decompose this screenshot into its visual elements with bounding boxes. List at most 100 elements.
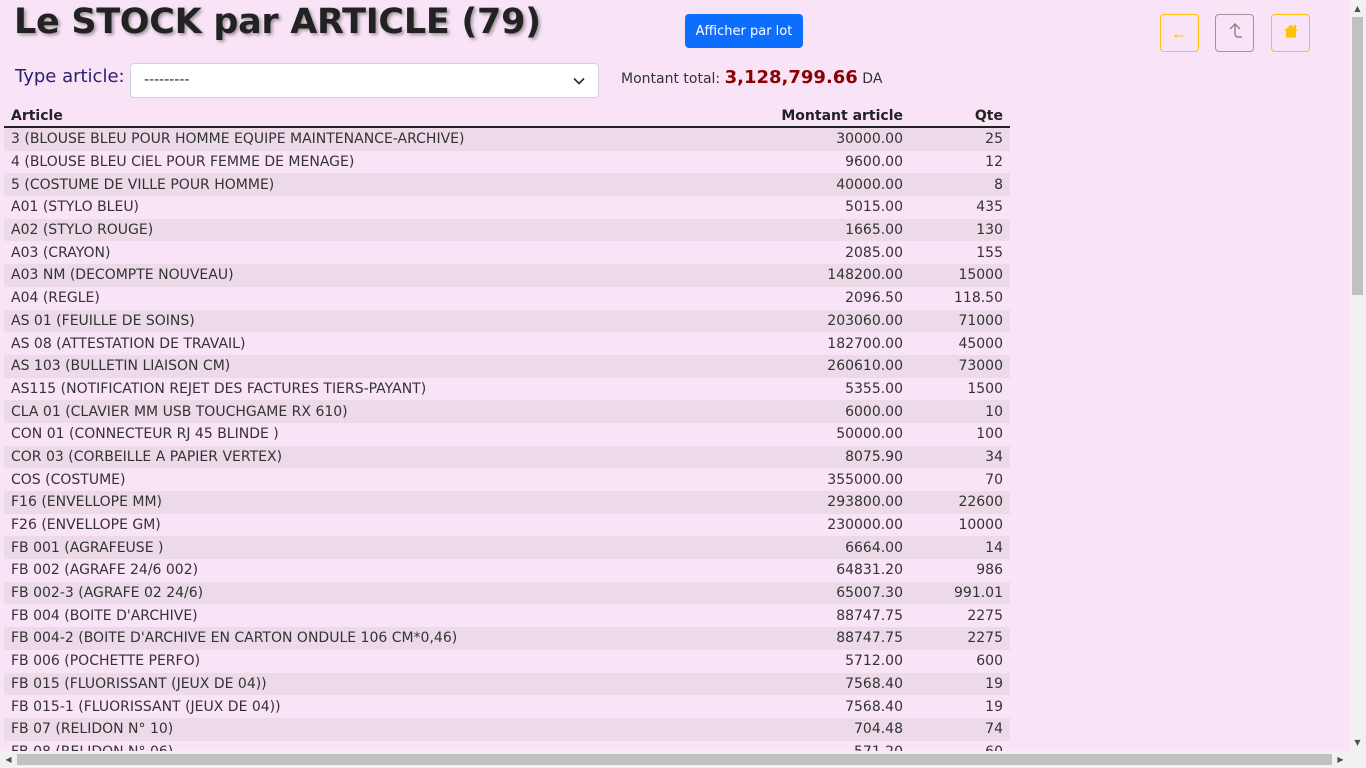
cell-montant: 230000.00 xyxy=(827,517,903,534)
cell-article: 4 (BLOUSE BLEU CIEL POUR FEMME DE MENAGE… xyxy=(11,154,355,171)
cell-montant: 50000.00 xyxy=(836,426,903,443)
cell-qte: 8 xyxy=(910,173,1010,197)
up-button[interactable] xyxy=(1215,14,1254,52)
table-row: A01 (STYLO BLEU) 5015.00 435 xyxy=(4,196,1010,219)
cell-montant: 65007.30 xyxy=(746,581,910,605)
type-article-select[interactable]: --------- xyxy=(130,63,599,98)
cell-article: AS 08 (ATTESTATION DE TRAVAIL) xyxy=(11,335,246,352)
table-row: COR 03 (CORBEILLE A PAPIER VERTEX) 8075.9… xyxy=(4,445,1010,469)
scroll-left-arrow-icon[interactable]: ◀ xyxy=(0,751,17,768)
cell-qte: 130 xyxy=(910,218,1010,242)
column-header-montant[interactable]: Montant article xyxy=(746,106,910,128)
table-row: A03 NM (DECOMPTE NOUVEAU) 148200.00 15000 xyxy=(4,264,1010,287)
scroll-up-arrow-icon[interactable]: ▲ xyxy=(1349,0,1366,17)
cell-article: FB 001 (AGRAFEUSE ) xyxy=(4,536,746,560)
cell-article: 5 (COSTUME DE VILLE POUR HOMME) xyxy=(4,173,746,197)
vertical-scroll-thumb[interactable] xyxy=(1352,17,1363,295)
cell-article: A01 (STYLO BLEU) xyxy=(11,199,140,216)
scroll-right-arrow-icon[interactable]: ▶ xyxy=(1332,751,1349,768)
cell-montant: 2085.00 xyxy=(845,244,903,261)
table-row: FB 006 (POCHETTE PERFO) 5712.00 600 xyxy=(4,650,1010,673)
cell-qte: 2275 xyxy=(910,627,1010,650)
table-row: FB 002-3 (AGRAFE 02 24/6) 65007.30 991.01 xyxy=(4,581,1010,605)
cell-montant: 704.48 xyxy=(746,717,910,741)
table-row: FB 004 (BOITE D'ARCHIVE) 88747.75 2275 xyxy=(4,604,1010,627)
cell-qte: 14 xyxy=(910,536,1010,560)
cell-qte: 986 xyxy=(976,562,1003,579)
cell-qte: 71000 xyxy=(910,309,1010,333)
page-title: Le STOCK par ARTICLE (79) xyxy=(14,2,541,42)
home-icon xyxy=(1282,22,1300,45)
column-header-article[interactable]: Article xyxy=(4,106,746,128)
cell-qte: 600 xyxy=(976,653,1003,670)
cell-qte: 991.01 xyxy=(910,581,1010,605)
table-row: F16 (ENVELLOPE MM) 293800.00 22600 xyxy=(4,491,1010,514)
cell-article: FB 006 (POCHETTE PERFO) xyxy=(11,653,201,670)
cell-qte: 25 xyxy=(910,127,1010,151)
cell-article: CON 01 (CONNECTEUR RJ 45 BLINDE ) xyxy=(11,426,279,443)
cell-article: AS 01 (FEUILLE DE SOINS) xyxy=(4,309,746,333)
stock-table: Article Montant article Qte 3 (BLOUSE BL… xyxy=(4,106,1010,763)
horizontal-scrollbar[interactable]: ◀ ▶ xyxy=(0,751,1366,768)
table-row: A04 (REGLE) 2096.50 118.50 xyxy=(4,287,1010,310)
cell-article: FB 002-3 (AGRAFE 02 24/6) xyxy=(4,581,746,605)
total-label: Montant total: xyxy=(621,71,721,87)
table-row: A03 (CRAYON) 2085.00 155 xyxy=(4,241,1010,264)
scroll-down-arrow-icon[interactable]: ▼ xyxy=(1349,734,1366,751)
total-value: 3,128,799.66 xyxy=(724,67,858,88)
total-amount: Montant total: 3,128,799.66 DA xyxy=(621,67,882,88)
cell-article: COR 03 (CORBEILLE A PAPIER VERTEX) xyxy=(4,445,746,469)
cell-qte: 118.50 xyxy=(954,290,1003,307)
cell-montant: 1665.00 xyxy=(746,218,910,242)
type-article-selected-value: --------- xyxy=(144,72,190,88)
cell-article: A02 (STYLO ROUGE) xyxy=(4,218,746,242)
table-row: CLA 01 (CLAVIER MM USB TOUCHGAME RX 610)… xyxy=(4,400,1010,423)
cell-article: FB 07 (RELIDON N° 10) xyxy=(4,717,746,741)
home-button[interactable] xyxy=(1271,14,1310,52)
cell-qte: 19 xyxy=(910,672,1010,696)
cell-qte: 34 xyxy=(910,445,1010,469)
table-row: FB 001 (AGRAFEUSE ) 6664.00 14 xyxy=(4,536,1010,560)
cell-montant: 5712.00 xyxy=(845,653,903,670)
horizontal-scroll-thumb[interactable] xyxy=(17,754,1332,765)
cell-montant: 260610.00 xyxy=(746,354,910,378)
table-row: FB 015-1 (FLUORISSANT (JEUX DE 04)) 7568.… xyxy=(4,695,1010,718)
cell-montant: 8075.90 xyxy=(746,445,910,469)
table-row: AS115 (NOTIFICATION REJET DES FACTURES T… xyxy=(4,378,1010,401)
cell-montant: 6000.00 xyxy=(746,400,910,423)
table-row: FB 004-2 (BOITE D'ARCHIVE EN CARTON ONDU… xyxy=(4,627,1010,650)
table-row: F26 (ENVELLOPE GM) 230000.00 10000 xyxy=(4,514,1010,537)
table-row: AS 103 (BULLETIN LIAISON CM) 260610.00 730… xyxy=(4,354,1010,378)
cell-qte: 15000 xyxy=(910,264,1010,287)
cell-article: FB 004-2 (BOITE D'ARCHIVE EN CARTON ONDU… xyxy=(4,627,746,650)
cell-article: FB 015 (FLUORISSANT (JEUX DE 04)) xyxy=(4,672,746,696)
cell-montant: 148200.00 xyxy=(746,264,910,287)
cell-montant: 7568.40 xyxy=(845,698,903,715)
table-row: FB 002 (AGRAFE 24/6 002) 64831.20 986 xyxy=(4,559,1010,582)
cell-qte: 70 xyxy=(985,471,1003,488)
chevron-down-icon xyxy=(573,77,585,85)
table-body: 3 (BLOUSE BLEU POUR HOMME EQUIPE MAINTEN… xyxy=(4,127,1010,763)
cell-montant: 40000.00 xyxy=(746,173,910,197)
table-row: 5 (COSTUME DE VILLE POUR HOMME) 40000.00 8 xyxy=(4,173,1010,197)
cell-montant: 6664.00 xyxy=(746,536,910,560)
cell-article: F16 (ENVELLOPE MM) xyxy=(4,491,746,514)
cell-article: A04 (REGLE) xyxy=(11,290,100,307)
cell-article: 3 (BLOUSE BLEU POUR HOMME EQUIPE MAINTEN… xyxy=(4,127,746,151)
table-row: FB 07 (RELIDON N° 10) 704.48 74 xyxy=(4,717,1010,741)
show-by-lot-button[interactable]: Afficher par lot xyxy=(685,14,803,48)
cell-qte: 12 xyxy=(985,154,1003,171)
cell-qte: 435 xyxy=(976,199,1003,216)
back-button[interactable]: ← xyxy=(1160,14,1199,52)
cell-qte: 73000 xyxy=(910,354,1010,378)
table-row: 3 (BLOUSE BLEU POUR HOMME EQUIPE MAINTEN… xyxy=(4,127,1010,151)
cell-montant: 5355.00 xyxy=(845,380,903,397)
cell-qte: 2275 xyxy=(967,607,1003,624)
vertical-scrollbar[interactable]: ▲ ▼ xyxy=(1349,0,1366,751)
cell-qte: 74 xyxy=(910,717,1010,741)
column-header-qte[interactable]: Qte xyxy=(910,106,1010,128)
cell-qte: 10 xyxy=(910,400,1010,423)
cell-article: AS115 (NOTIFICATION REJET DES FACTURES T… xyxy=(11,380,427,397)
cell-qte: 45000 xyxy=(958,335,1003,352)
cell-montant: 182700.00 xyxy=(827,335,903,352)
